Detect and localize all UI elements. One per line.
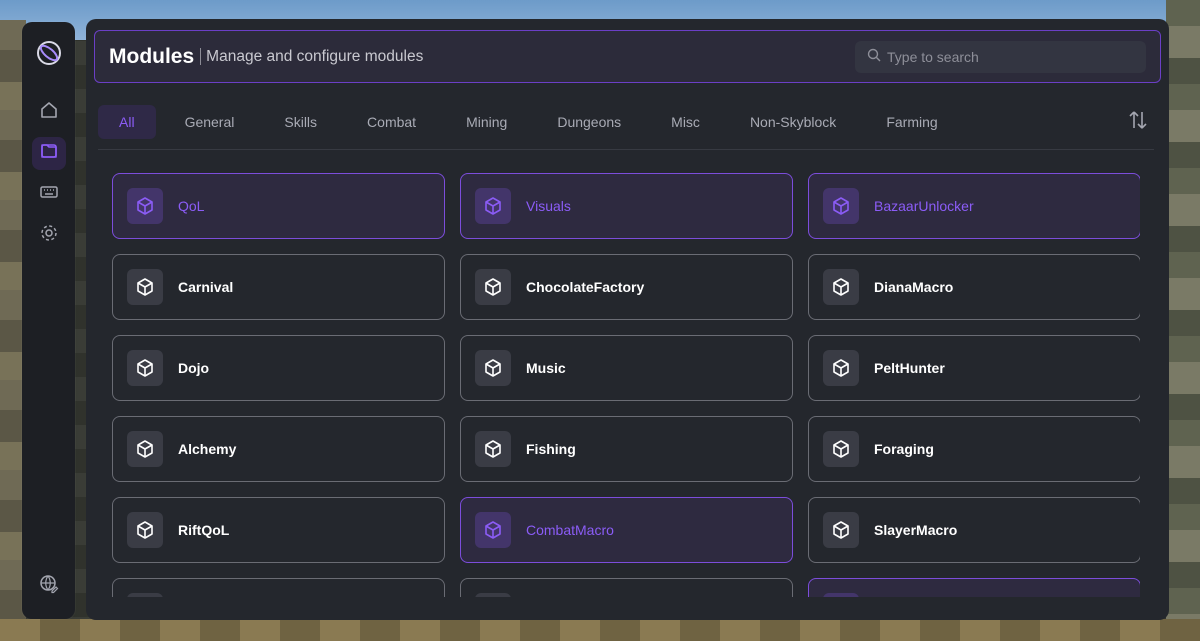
module-card[interactable]: Alchemy — [112, 416, 445, 482]
modules-grid-scroll[interactable]: QoL Visuals BazaarUnlocker Carnival Chocolat… — [112, 173, 1140, 597]
tab-all[interactable]: All — [98, 105, 156, 139]
module-name: Fishing — [526, 441, 576, 457]
module-name: PeltHunter — [874, 360, 945, 376]
cube-icon — [823, 593, 859, 597]
module-card[interactable] — [808, 578, 1140, 597]
search-icon — [867, 48, 881, 67]
module-name: RiftQoL — [178, 522, 230, 538]
game-world-right — [1166, 0, 1200, 641]
modules-panel: Modules Manage and configure modules Typ… — [86, 19, 1169, 620]
sidebar-item-settings[interactable] — [32, 219, 66, 252]
folder-icon — [39, 141, 59, 166]
cube-icon — [127, 512, 163, 548]
module-name: SlayerMacro — [874, 522, 958, 538]
tab-skills[interactable]: Skills — [263, 105, 338, 139]
module-name: Alchemy — [178, 441, 237, 457]
sidebar-item-home[interactable] — [32, 96, 66, 129]
module-card[interactable]: PeltHunter — [808, 335, 1140, 401]
cube-icon — [475, 269, 511, 305]
cube-icon — [127, 431, 163, 467]
module-card[interactable]: CombatMacro — [460, 497, 793, 563]
module-name: Carnival — [178, 279, 234, 295]
cube-icon — [475, 512, 511, 548]
sidebar — [22, 22, 75, 619]
cube-icon — [475, 593, 511, 597]
search-input[interactable]: Type to search — [855, 41, 1146, 73]
cube-icon — [823, 269, 859, 305]
cube-icon — [823, 512, 859, 548]
cube-icon — [823, 350, 859, 386]
module-name: ChocolateFactory — [526, 279, 645, 295]
module-name: Visuals — [526, 198, 571, 214]
keyboard-icon — [39, 182, 59, 207]
module-card[interactable]: Fishing — [460, 416, 793, 482]
game-world-bottom — [0, 619, 1200, 641]
tabs-divider — [98, 149, 1154, 150]
sidebar-nav — [31, 96, 66, 252]
tab-misc[interactable]: Misc — [650, 105, 721, 139]
tab-mining[interactable]: Mining — [445, 105, 528, 139]
module-card[interactable]: Music — [460, 335, 793, 401]
module-card[interactable]: SlayerMacro — [808, 497, 1140, 563]
cube-icon — [823, 188, 859, 224]
sidebar-item-keybinds[interactable] — [32, 178, 66, 211]
module-card[interactable]: Dojo — [112, 335, 445, 401]
module-card[interactable] — [112, 578, 445, 597]
module-name: CombatMacro — [526, 522, 614, 538]
search-placeholder: Type to search — [887, 49, 979, 65]
ring-logo-icon[interactable] — [35, 39, 63, 67]
cube-icon — [127, 188, 163, 224]
module-card[interactable] — [460, 578, 793, 597]
module-card[interactable]: Foraging — [808, 416, 1140, 482]
module-card[interactable]: Visuals — [460, 173, 793, 239]
category-tabs: All General Skills Combat Mining Dungeons Misc… — [98, 105, 1152, 139]
cube-icon — [823, 431, 859, 467]
title-divider — [200, 48, 202, 65]
module-name: QoL — [178, 198, 205, 214]
module-card[interactable]: Carnival — [112, 254, 445, 320]
module-name: Music — [526, 360, 566, 376]
panel-header: Modules Manage and configure modules Typ… — [94, 30, 1161, 83]
sidebar-item-modules[interactable] — [31, 137, 66, 170]
home-icon — [39, 100, 59, 125]
module-name: BazaarUnlocker — [874, 198, 974, 214]
module-card[interactable]: DianaMacro — [808, 254, 1140, 320]
tab-combat[interactable]: Combat — [346, 105, 437, 139]
tab-non-skyblock[interactable]: Non-Skyblock — [729, 105, 857, 139]
modules-grid: QoL Visuals BazaarUnlocker Carnival Chocolat… — [112, 173, 1140, 597]
tab-farming[interactable]: Farming — [865, 105, 958, 139]
sort-arrows-icon — [1127, 109, 1149, 136]
module-card[interactable]: RiftQoL — [112, 497, 445, 563]
globe-edit-icon — [39, 574, 59, 599]
module-card[interactable]: BazaarUnlocker — [808, 173, 1140, 239]
cube-icon — [127, 350, 163, 386]
module-card[interactable]: QoL — [112, 173, 445, 239]
page-subtitle: Manage and configure modules — [206, 47, 424, 65]
gear-icon — [39, 223, 59, 248]
sidebar-item-language[interactable] — [32, 570, 66, 603]
cube-icon — [475, 350, 511, 386]
module-name: DianaMacro — [874, 279, 954, 295]
module-card[interactable]: ChocolateFactory — [460, 254, 793, 320]
tab-general[interactable]: General — [164, 105, 256, 139]
tab-dungeons[interactable]: Dungeons — [536, 105, 642, 139]
cube-icon — [475, 188, 511, 224]
cube-icon — [127, 269, 163, 305]
page-title: Modules — [109, 44, 195, 68]
cube-icon — [127, 593, 163, 597]
sort-button[interactable] — [1125, 109, 1151, 135]
cube-icon — [475, 431, 511, 467]
module-name: Dojo — [178, 360, 210, 376]
module-name: Foraging — [874, 441, 934, 457]
